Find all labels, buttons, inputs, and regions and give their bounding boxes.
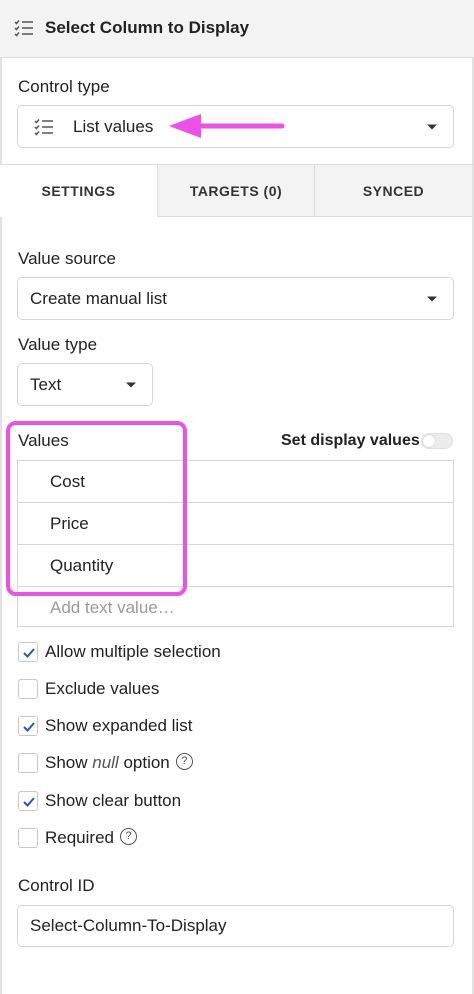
annotation-arrow-icon <box>169 114 285 138</box>
control-id-label: Control ID <box>18 876 95 895</box>
checkbox-label: Show expanded list <box>45 716 193 735</box>
chevron-down-icon <box>427 296 437 301</box>
checkbox-label: Required? <box>45 828 137 848</box>
help-icon[interactable]: ? <box>175 753 193 771</box>
control-type-value: List values <box>73 116 154 136</box>
list-icon <box>34 117 54 137</box>
control-type-label: Control type <box>18 77 110 96</box>
checkbox[interactable] <box>18 791 38 811</box>
check-icon <box>23 797 35 807</box>
panel-title: Select Column to Display <box>45 18 250 37</box>
value-source-value: Create manual list <box>30 288 168 308</box>
left-border <box>0 0 2 994</box>
checkbox[interactable] <box>18 679 38 699</box>
annotation-highlight <box>6 421 187 596</box>
tab-settings[interactable]: SETTINGS <box>0 165 157 217</box>
checkbox-label: Show clear button <box>45 791 182 810</box>
check-icon <box>23 722 35 732</box>
toggle-knob <box>423 435 435 447</box>
checkbox[interactable] <box>18 753 38 773</box>
set-display-values-label: Set display values <box>281 432 420 449</box>
tab-targets[interactable]: TARGETS (0) <box>157 165 314 217</box>
check-icon <box>23 648 35 658</box>
checkbox-label: Allow multiple selection <box>45 642 221 661</box>
checkbox-label: Exclude values <box>45 679 160 698</box>
value-source-label: Value source <box>18 249 116 268</box>
value-type-select[interactable]: Text <box>17 363 153 406</box>
checkbox[interactable] <box>18 642 38 662</box>
value-type-value: Text <box>30 374 62 394</box>
list-icon <box>14 18 34 38</box>
panel-header: Select Column to Display <box>0 0 474 58</box>
chevron-down-icon <box>427 124 437 129</box>
checkbox-label: Show null option? <box>45 753 193 773</box>
control-id-field[interactable] <box>17 905 454 947</box>
control-id-input[interactable] <box>30 916 440 936</box>
tab-bar: SETTINGS TARGETS (0) SYNCED <box>0 165 474 217</box>
tab-synced[interactable]: SYNCED <box>314 165 472 217</box>
value-type-label: Value type <box>18 335 98 354</box>
checkbox[interactable] <box>18 716 38 736</box>
checkbox[interactable] <box>18 828 38 848</box>
add-value-placeholder: Add text value… <box>50 598 175 617</box>
value-source-select[interactable]: Create manual list <box>17 277 454 320</box>
set-display-values-toggle[interactable] <box>421 433 453 449</box>
chevron-down-icon <box>126 382 136 387</box>
help-icon[interactable]: ? <box>120 828 137 846</box>
